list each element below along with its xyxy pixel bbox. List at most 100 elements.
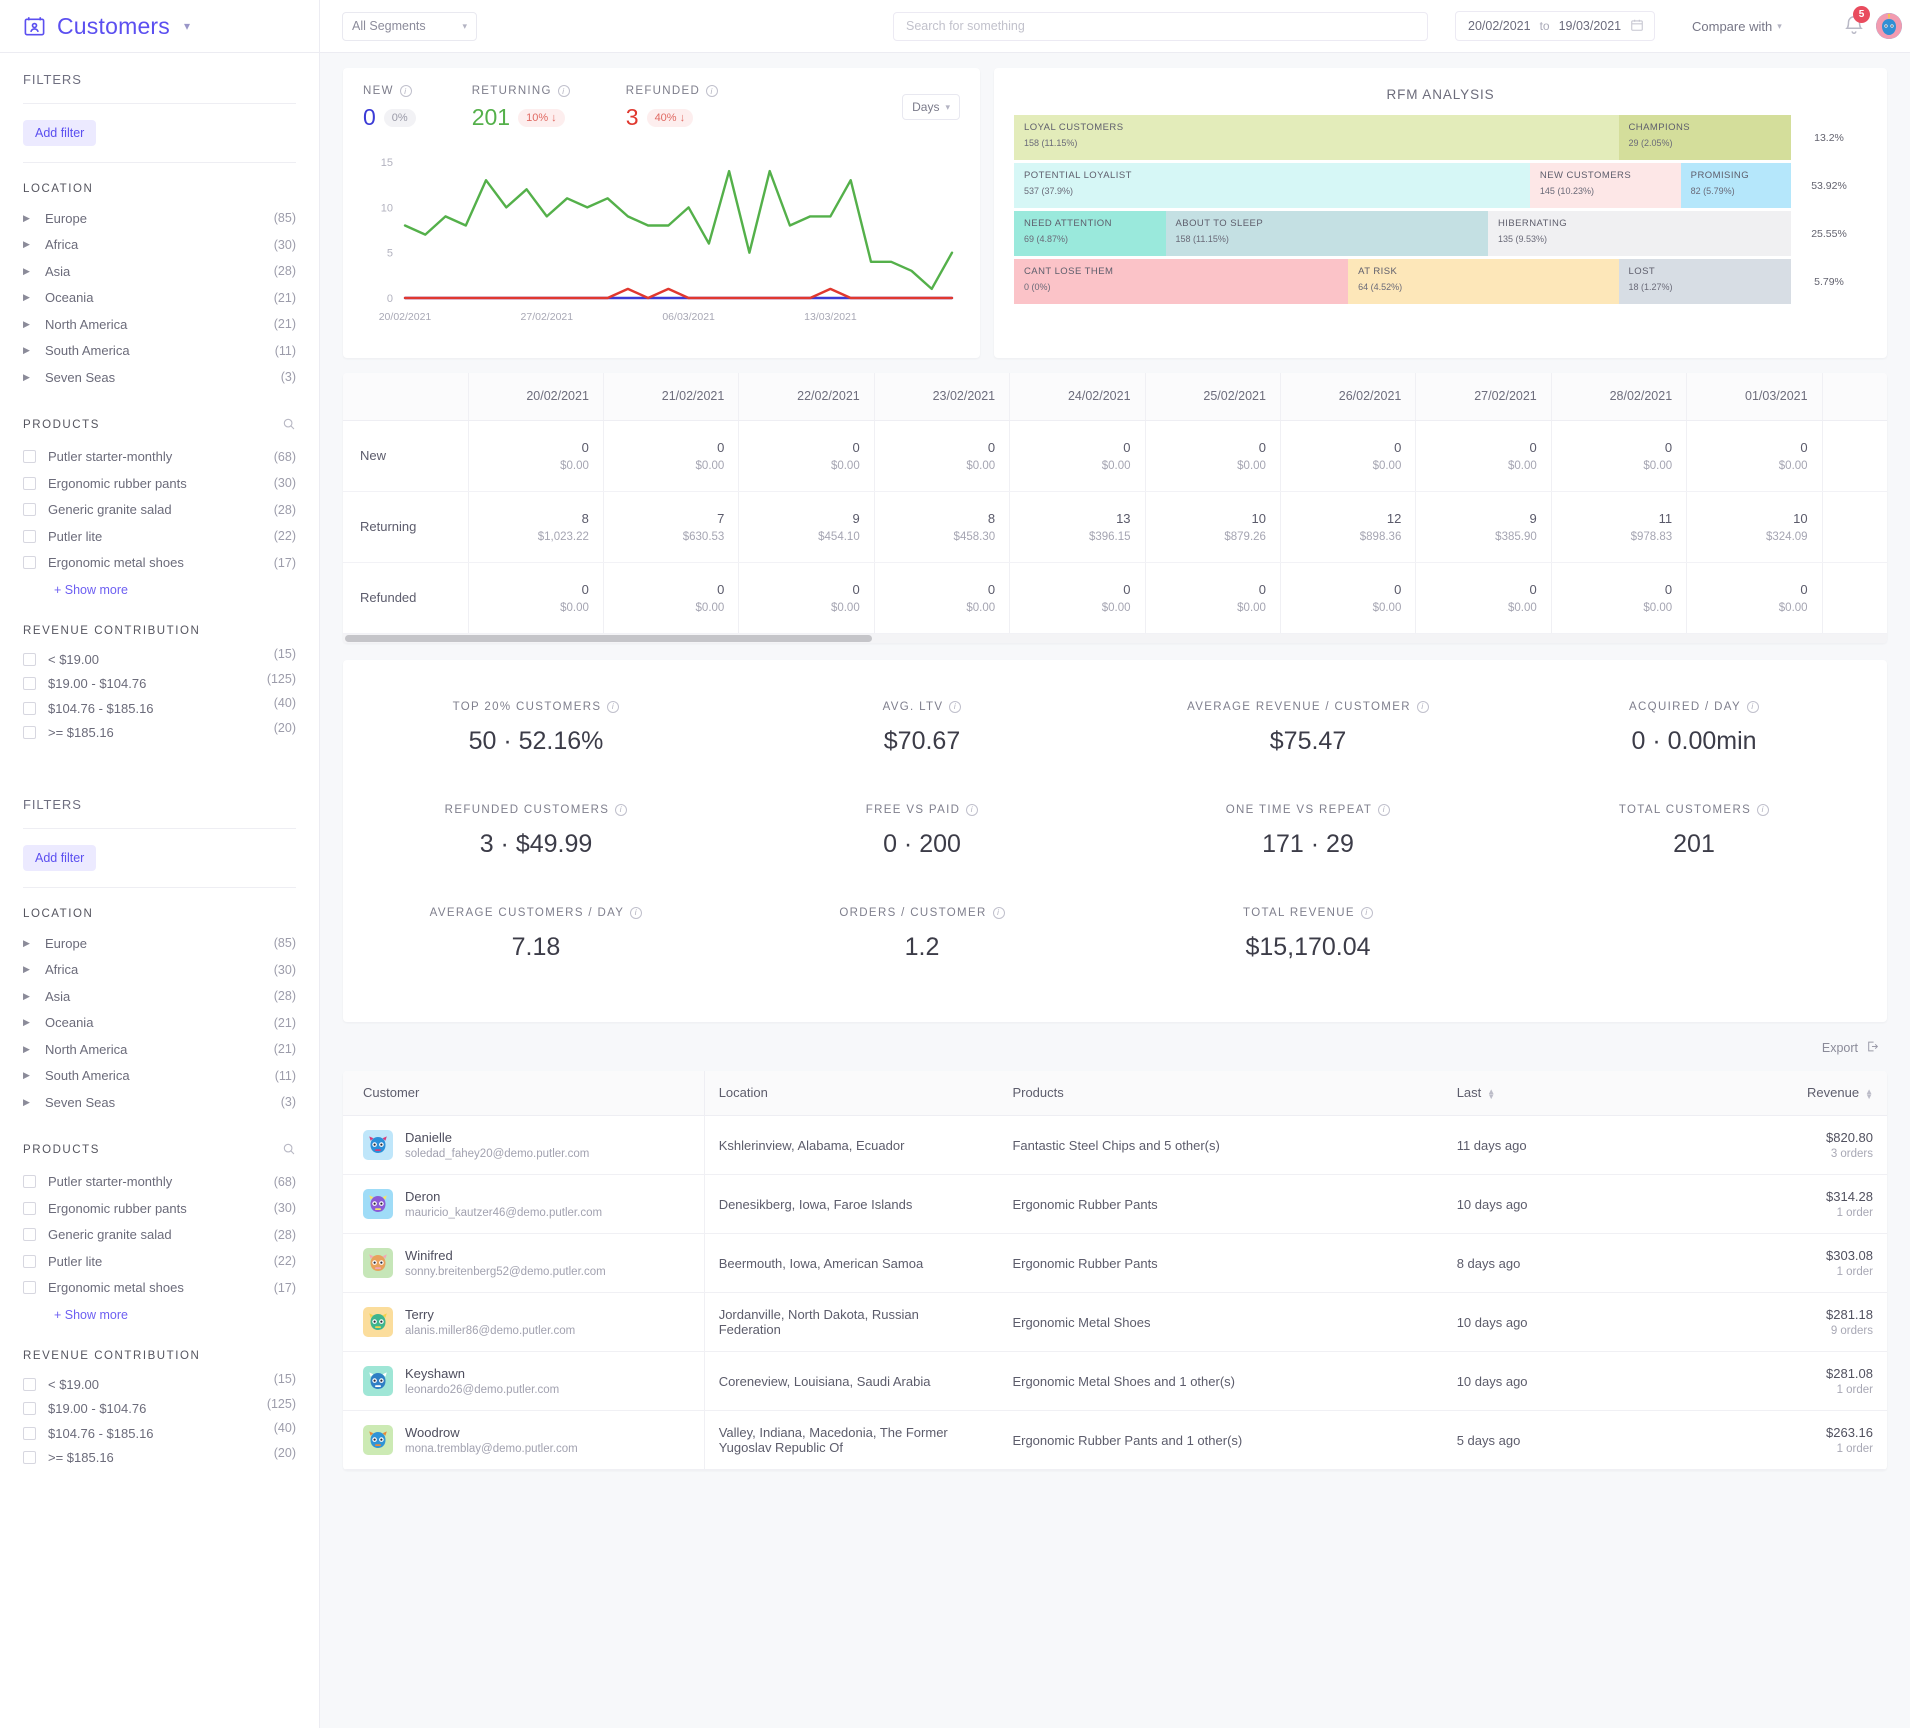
revenue-item[interactable]: >= $185.16 (20) <box>23 1446 296 1471</box>
table-row[interactable]: Woodrow mona.tremblay@demo.putler.com Vall… <box>343 1410 1887 1470</box>
revenue-item[interactable]: $19.00 - $104.76 (125) <box>23 672 296 697</box>
location-item[interactable]: ▶ South America (11) <box>23 1063 296 1090</box>
table-row[interactable]: Winifred sonny.breitenberg52@demo.putler.… <box>343 1233 1887 1293</box>
rfm-segment[interactable]: LOYAL CUSTOMERS 158 (11.15%) <box>1014 115 1619 160</box>
product-checkbox[interactable] <box>23 556 36 570</box>
rfm-segment[interactable]: HIBERNATING 135 (9.53%) <box>1487 211 1791 256</box>
rfm-segment[interactable]: NEED ATTENTION 69 (4.87%) <box>1014 211 1166 256</box>
revenue-checkbox[interactable] <box>23 701 36 715</box>
notifications-button[interactable]: 5 <box>1843 6 1870 38</box>
location-item[interactable]: ▶ Europe (85) <box>23 205 296 232</box>
product-item[interactable]: Ergonomic metal shoes (17) <box>23 550 296 577</box>
product-item[interactable]: Generic granite salad (28) <box>23 1222 296 1249</box>
col-header-revenue[interactable]: Revenue ▲ ▼ <box>1673 1070 1887 1116</box>
date-range-picker[interactable]: 20/02/2021 to 19/03/2021 <box>1455 11 1655 41</box>
revenue-checkbox[interactable] <box>23 1426 36 1440</box>
product-checkbox[interactable] <box>23 529 36 543</box>
revenue-item[interactable]: $104.76 - $185.16 (40) <box>23 696 296 721</box>
revenue-checkbox[interactable] <box>23 1402 36 1416</box>
sort-icon[interactable]: ▲ ▼ <box>1487 1087 1495 1100</box>
info-icon[interactable]: i <box>557 85 570 97</box>
export-button[interactable]: Export <box>1814 1036 1887 1060</box>
revenue-item[interactable]: $19.00 - $104.76 (125) <box>23 1397 296 1422</box>
location-item[interactable]: ▶ Seven Seas (3) <box>23 364 296 391</box>
revenue-item[interactable]: < $19.00 (15) <box>23 647 296 672</box>
product-checkbox[interactable] <box>23 1175 36 1189</box>
table-row[interactable]: Terry alanis.miller86@demo.putler.com Jord… <box>343 1292 1887 1352</box>
location-item[interactable]: ▶ North America (21) <box>23 1036 296 1063</box>
product-item[interactable]: Putler lite (22) <box>23 1248 296 1275</box>
product-item[interactable]: Putler starter-monthly (68) <box>23 1169 296 1196</box>
rfm-segment[interactable]: PROMISING 82 (5.79%) <box>1680 163 1791 208</box>
product-item[interactable]: Generic granite salad (28) <box>23 497 296 524</box>
table-row[interactable]: Deron mauricio_kautzer46@demo.putler.com D… <box>343 1174 1887 1234</box>
product-item[interactable]: Ergonomic metal shoes (17) <box>23 1275 296 1302</box>
revenue-checkbox[interactable] <box>23 652 36 666</box>
rfm-segment[interactable]: NEW CUSTOMERS 145 (10.23%) <box>1529 163 1681 208</box>
info-icon[interactable]: i <box>992 906 1005 919</box>
user-avatar[interactable] <box>1876 13 1902 39</box>
info-icon[interactable]: i <box>630 906 643 919</box>
rfm-segment[interactable]: AT RISK 64 (4.52%) <box>1348 259 1619 304</box>
info-icon[interactable]: i <box>966 803 979 816</box>
sort-icon[interactable]: ▲ ▼ <box>1865 1087 1873 1100</box>
show-more-products-link-2[interactable]: + Show more <box>23 1308 296 1322</box>
location-item[interactable]: ▶ South America (11) <box>23 338 296 365</box>
granularity-dropdown[interactable]: Days ▾ <box>902 94 960 120</box>
revenue-checkbox[interactable] <box>23 677 36 691</box>
info-icon[interactable]: i <box>706 85 719 97</box>
info-icon[interactable]: i <box>1378 803 1391 816</box>
product-item[interactable]: Putler lite (22) <box>23 523 296 550</box>
add-filter-button-2[interactable]: Add filter <box>23 845 97 871</box>
info-icon[interactable]: i <box>1360 906 1373 919</box>
revenue-item[interactable]: >= $185.16 (20) <box>23 721 296 746</box>
revenue-checkbox[interactable] <box>23 1451 36 1465</box>
search-icon[interactable] <box>282 1142 296 1159</box>
show-more-products-link[interactable]: + Show more <box>23 583 296 597</box>
product-checkbox[interactable] <box>23 450 36 464</box>
revenue-item[interactable]: $104.76 - $185.16 (40) <box>23 1421 296 1446</box>
search-input[interactable]: Search for something <box>893 11 1428 41</box>
product-checkbox[interactable] <box>23 1228 36 1242</box>
product-checkbox[interactable] <box>23 1254 36 1268</box>
location-item[interactable]: ▶ Asia (28) <box>23 983 296 1010</box>
horizontal-scrollbar[interactable] <box>343 633 1887 643</box>
product-checkbox[interactable] <box>23 1201 36 1215</box>
rfm-segment[interactable]: CANT LOSE THEM 0 (0%) <box>1014 259 1349 304</box>
location-item[interactable]: ▶ Europe (85) <box>23 930 296 957</box>
product-checkbox[interactable] <box>23 1281 36 1295</box>
product-checkbox[interactable] <box>23 476 36 490</box>
table-row[interactable]: Keyshawn leonardo26@demo.putler.com Corene… <box>343 1351 1887 1411</box>
location-item[interactable]: ▶ Oceania (21) <box>23 285 296 312</box>
revenue-item[interactable]: < $19.00 (15) <box>23 1372 296 1397</box>
info-icon[interactable]: i <box>1757 803 1770 816</box>
info-icon[interactable]: i <box>949 700 962 713</box>
info-icon[interactable]: i <box>1416 700 1429 713</box>
col-header-products[interactable]: Products <box>998 1070 1443 1116</box>
add-filter-button[interactable]: Add filter <box>23 120 97 146</box>
col-header-customer[interactable]: Customer <box>343 1070 705 1116</box>
col-header-location[interactable]: Location <box>704 1070 999 1116</box>
location-item[interactable]: ▶ Africa (30) <box>23 232 296 259</box>
compare-with-dropdown[interactable]: Compare with ▾ <box>1692 19 1782 34</box>
rfm-segment[interactable]: POTENTIAL LOYALIST 537 (37.9%) <box>1014 163 1530 208</box>
segment-select[interactable]: All Segments ▾ <box>342 11 477 41</box>
scrollbar-thumb[interactable] <box>345 634 872 642</box>
location-item[interactable]: ▶ North America (21) <box>23 311 296 338</box>
location-item[interactable]: ▶ Oceania (21) <box>23 1010 296 1037</box>
table-row[interactable]: Danielle soledad_fahey20@demo.putler.com K… <box>343 1115 1887 1175</box>
rfm-segment[interactable]: LOST 18 (1.27%) <box>1618 259 1791 304</box>
info-icon[interactable]: i <box>607 700 620 713</box>
product-checkbox[interactable] <box>23 503 36 517</box>
location-item[interactable]: ▶ Asia (28) <box>23 258 296 285</box>
revenue-checkbox[interactable] <box>23 726 36 740</box>
search-icon[interactable] <box>282 417 296 434</box>
rfm-segment[interactable]: ABOUT TO SLEEP 158 (11.15%) <box>1165 211 1488 256</box>
rfm-segment[interactable]: CHAMPIONS 29 (2.05%) <box>1618 115 1791 160</box>
product-item[interactable]: Ergonomic rubber pants (30) <box>23 1195 296 1222</box>
revenue-checkbox[interactable] <box>23 1377 36 1391</box>
info-icon[interactable]: i <box>399 85 412 97</box>
col-header-last[interactable]: Last ▲ ▼ <box>1442 1070 1674 1116</box>
product-item[interactable]: Putler starter-monthly (68) <box>23 444 296 471</box>
chevron-down-icon[interactable]: ▾ <box>184 19 190 33</box>
